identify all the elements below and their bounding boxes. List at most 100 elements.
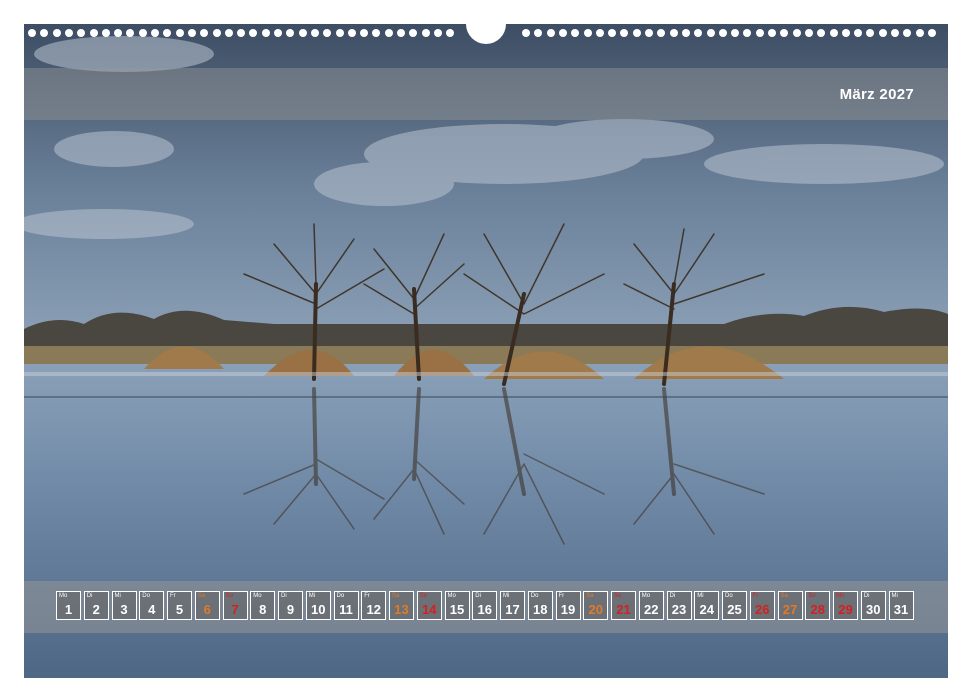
day-number: 8 — [259, 602, 267, 617]
day-cell: Mo 29 — [833, 591, 858, 620]
binding-hole — [558, 29, 567, 37]
weekday-label: So — [614, 593, 622, 599]
weekday-label: Mo — [836, 593, 845, 599]
month-title: März 2027 — [839, 86, 914, 103]
binding-hole — [706, 29, 715, 37]
binding-hole — [40, 29, 49, 37]
day-number: 18 — [533, 602, 548, 617]
binding-hole — [347, 29, 356, 37]
day-cell: Sa 13 — [389, 591, 414, 620]
binding-hole — [927, 29, 936, 37]
binding-hole — [792, 29, 801, 37]
day-number: 31 — [893, 602, 909, 617]
binding-hole — [866, 29, 875, 37]
binding-hole — [310, 29, 319, 37]
binding-hole — [28, 29, 36, 37]
binding-hole — [780, 29, 789, 37]
weekday-label: Mo — [641, 593, 651, 599]
weekday-label: Di — [86, 593, 93, 599]
day-number: 16 — [477, 602, 492, 617]
day-cell: Do 18 — [527, 591, 553, 620]
weekday-label: Do — [336, 593, 345, 599]
binding-hole — [360, 29, 369, 37]
binding-hole — [397, 29, 405, 37]
day-cell: Mo 8 — [250, 591, 276, 620]
binding-hole — [200, 29, 209, 37]
day-cell: Sa 27 — [777, 591, 803, 620]
binding-hole — [694, 29, 703, 37]
binding-hole — [804, 29, 813, 37]
weekday-label: Mo — [59, 593, 68, 599]
day-number: 25 — [727, 602, 742, 617]
day-number: 6 — [203, 602, 211, 617]
day-cell: Do 25 — [722, 591, 747, 620]
binding-hole — [645, 29, 653, 37]
day-cell: Mo 1 — [56, 591, 81, 620]
binding-hole — [755, 29, 764, 37]
day-cell: Mi 31 — [888, 591, 914, 620]
day-number: 20 — [588, 602, 603, 617]
day-cell: Di 9 — [278, 591, 303, 620]
binding-hole — [608, 29, 617, 37]
day-cell: Fr 12 — [361, 591, 387, 620]
binding-hole — [224, 29, 233, 37]
binding-hole — [583, 29, 592, 37]
binding-hole — [657, 29, 666, 37]
binding-hole — [89, 29, 98, 37]
weekday-label: Sa — [780, 593, 788, 599]
day-number: 9 — [286, 602, 295, 617]
weekday-label: Mi — [697, 593, 704, 599]
day-cell: Di 23 — [666, 591, 692, 620]
binding-hole — [829, 29, 838, 37]
day-number: 1 — [64, 602, 73, 617]
binding-hole — [718, 29, 727, 37]
weekday-label: Mi — [308, 593, 316, 599]
day-number: 29 — [838, 602, 853, 617]
weekday-label: Do — [530, 593, 539, 599]
weekday-label: So — [419, 593, 428, 599]
binding-hole — [249, 29, 258, 37]
day-number: 30 — [866, 602, 881, 617]
day-cell: So 28 — [805, 591, 831, 620]
binding-hole — [286, 29, 295, 37]
weekday-label: Sa — [197, 593, 206, 599]
weekday-label: Fr — [558, 593, 565, 599]
day-number: 14 — [422, 602, 437, 617]
binding-hole — [212, 29, 221, 37]
binding-hole — [114, 29, 123, 37]
day-cell: So 7 — [222, 591, 248, 620]
binding-hole — [915, 29, 924, 37]
binding-hole — [446, 29, 455, 37]
day-cell: Di 30 — [860, 591, 886, 620]
binding-hole — [274, 29, 282, 37]
binding-hole — [384, 29, 393, 37]
day-number: 19 — [560, 602, 576, 617]
binding-hole — [571, 29, 580, 37]
binding-hole — [534, 29, 543, 37]
day-number: 12 — [366, 602, 381, 617]
day-cell: Fr 26 — [749, 591, 775, 620]
binding-hole — [841, 29, 850, 37]
binding-hole — [77, 29, 86, 37]
day-number: 15 — [449, 602, 465, 617]
binding-hole — [854, 29, 863, 37]
day-number: 24 — [699, 602, 714, 617]
day-number: 7 — [231, 602, 239, 617]
binding-hole — [372, 29, 381, 37]
weekday-label: Mo — [447, 593, 456, 599]
day-number: 26 — [755, 602, 770, 617]
binding-hole — [768, 29, 776, 37]
title-band — [24, 68, 948, 120]
binding-hole — [64, 29, 73, 37]
weekday-label: Mi — [503, 593, 510, 599]
binding-hole — [620, 29, 629, 37]
weekday-label: So — [225, 593, 233, 599]
day-number: 21 — [616, 602, 631, 617]
binding-hole — [632, 29, 641, 37]
binding-hole — [261, 29, 270, 37]
binding-hole — [817, 29, 826, 37]
weekday-label: Di — [863, 593, 870, 599]
landscape-photo — [24, 24, 948, 678]
day-number: 10 — [311, 602, 326, 617]
day-cell: Fr 5 — [167, 591, 192, 620]
